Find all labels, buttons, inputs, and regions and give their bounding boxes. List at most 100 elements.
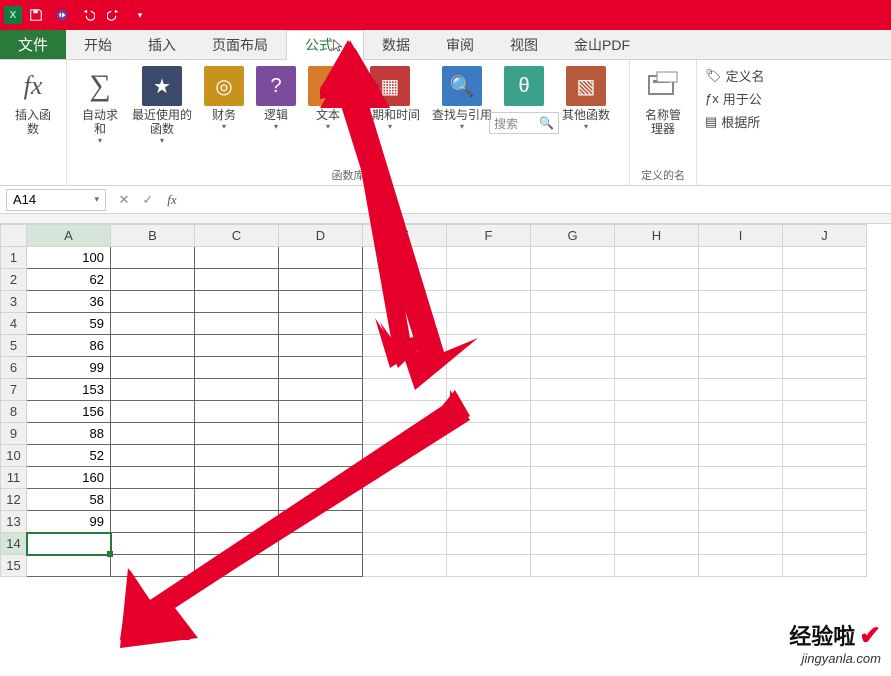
cell-A3[interactable]: 36: [27, 291, 111, 313]
cell-J11[interactable]: [783, 467, 867, 489]
cell-E11[interactable]: [363, 467, 447, 489]
cell-D10[interactable]: [279, 445, 363, 467]
cell-D9[interactable]: [279, 423, 363, 445]
cell-F15[interactable]: [447, 555, 531, 577]
cell-D12[interactable]: [279, 489, 363, 511]
cell-E9[interactable]: [363, 423, 447, 445]
row-header[interactable]: 5: [1, 335, 27, 357]
cell-E14[interactable]: [363, 533, 447, 555]
cell-A13[interactable]: 99: [27, 511, 111, 533]
autosum-button[interactable]: ∑ 自动求和 ▾: [75, 64, 125, 147]
cell-B8[interactable]: [111, 401, 195, 423]
cell-D14[interactable]: [279, 533, 363, 555]
cell-G13[interactable]: [531, 511, 615, 533]
row-header[interactable]: 2: [1, 269, 27, 291]
cell-F5[interactable]: [447, 335, 531, 357]
redo-icon[interactable]: [102, 3, 126, 27]
tab-data[interactable]: 数据: [364, 30, 428, 59]
tab-view[interactable]: 视图: [492, 30, 556, 59]
cell-G15[interactable]: [531, 555, 615, 577]
cell-I8[interactable]: [699, 401, 783, 423]
cell-D11[interactable]: [279, 467, 363, 489]
cell-H15[interactable]: [615, 555, 699, 577]
cell-J12[interactable]: [783, 489, 867, 511]
column-header-I[interactable]: I: [699, 225, 783, 247]
column-header-H[interactable]: H: [615, 225, 699, 247]
row-header[interactable]: 4: [1, 313, 27, 335]
cell-I7[interactable]: [699, 379, 783, 401]
cell-H11[interactable]: [615, 467, 699, 489]
row-header[interactable]: 1: [1, 247, 27, 269]
cell-E7[interactable]: [363, 379, 447, 401]
cell-E2[interactable]: [363, 269, 447, 291]
cell-D1[interactable]: [279, 247, 363, 269]
cell-C4[interactable]: [195, 313, 279, 335]
cell-E15[interactable]: [363, 555, 447, 577]
cell-I12[interactable]: [699, 489, 783, 511]
cell-B7[interactable]: [111, 379, 195, 401]
cell-C15[interactable]: [195, 555, 279, 577]
create-from-selection-button[interactable]: ▤根据所: [705, 112, 765, 131]
cell-G7[interactable]: [531, 379, 615, 401]
cell-A6[interactable]: 99: [27, 357, 111, 379]
cell-J5[interactable]: [783, 335, 867, 357]
logic-button[interactable]: ? 逻辑 ▾: [251, 64, 301, 133]
cell-G6[interactable]: [531, 357, 615, 379]
cell-I5[interactable]: [699, 335, 783, 357]
cell-J2[interactable]: [783, 269, 867, 291]
cell-G9[interactable]: [531, 423, 615, 445]
cell-J8[interactable]: [783, 401, 867, 423]
cell-G8[interactable]: [531, 401, 615, 423]
cell-A12[interactable]: 58: [27, 489, 111, 511]
cell-I15[interactable]: [699, 555, 783, 577]
save-icon[interactable]: [24, 3, 48, 27]
cell-F2[interactable]: [447, 269, 531, 291]
cell-C2[interactable]: [195, 269, 279, 291]
cell-F8[interactable]: [447, 401, 531, 423]
cell-F12[interactable]: [447, 489, 531, 511]
cell-F10[interactable]: [447, 445, 531, 467]
cell-D8[interactable]: [279, 401, 363, 423]
cell-D13[interactable]: [279, 511, 363, 533]
cancel-icon[interactable]: ✕: [114, 190, 134, 210]
cell-C5[interactable]: [195, 335, 279, 357]
column-header-J[interactable]: J: [783, 225, 867, 247]
row-header[interactable]: 10: [1, 445, 27, 467]
cell-D15[interactable]: [279, 555, 363, 577]
use-in-formula-button[interactable]: ƒx用于公: [705, 89, 765, 108]
cell-C7[interactable]: [195, 379, 279, 401]
cell-C10[interactable]: [195, 445, 279, 467]
cell-J6[interactable]: [783, 357, 867, 379]
cell-G11[interactable]: [531, 467, 615, 489]
cell-A2[interactable]: 62: [27, 269, 111, 291]
tab-file[interactable]: 文件: [0, 30, 66, 59]
cell-B5[interactable]: [111, 335, 195, 357]
cell-I2[interactable]: [699, 269, 783, 291]
cell-H1[interactable]: [615, 247, 699, 269]
cell-G5[interactable]: [531, 335, 615, 357]
cell-J7[interactable]: [783, 379, 867, 401]
column-header-A[interactable]: A: [27, 225, 111, 247]
column-header-B[interactable]: B: [111, 225, 195, 247]
row-header[interactable]: 15: [1, 555, 27, 577]
other-functions-button[interactable]: ▧ 其他函数 ▾: [551, 64, 621, 133]
cell-C6[interactable]: [195, 357, 279, 379]
tab-formulas[interactable]: 公式: [286, 30, 364, 59]
cell-J13[interactable]: [783, 511, 867, 533]
cell-B15[interactable]: [111, 555, 195, 577]
tab-review[interactable]: 审阅: [428, 30, 492, 59]
cell-H2[interactable]: [615, 269, 699, 291]
row-header[interactable]: 12: [1, 489, 27, 511]
cell-G4[interactable]: [531, 313, 615, 335]
resume-icon[interactable]: [50, 3, 74, 27]
spreadsheet-grid[interactable]: ABCDEFGHIJ110026233645958669971538156988…: [0, 224, 891, 676]
tab-insert[interactable]: 插入: [130, 30, 194, 59]
column-header-E[interactable]: E: [363, 225, 447, 247]
cell-D4[interactable]: [279, 313, 363, 335]
cell-A9[interactable]: 88: [27, 423, 111, 445]
column-header-D[interactable]: D: [279, 225, 363, 247]
cell-H5[interactable]: [615, 335, 699, 357]
cell-I9[interactable]: [699, 423, 783, 445]
cell-E10[interactable]: [363, 445, 447, 467]
cell-I13[interactable]: [699, 511, 783, 533]
